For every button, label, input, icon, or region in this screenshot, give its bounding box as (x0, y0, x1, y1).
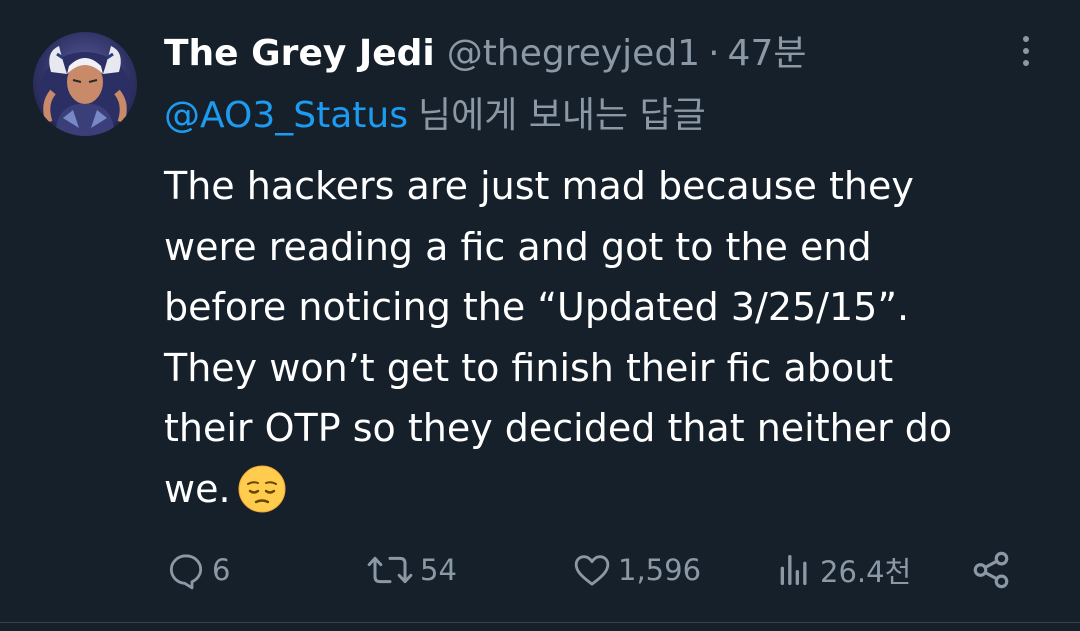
view-count: 26.4천 (820, 555, 912, 589)
tweet-text-line: The hackers are just mad because they (164, 164, 914, 208)
retweet-count: 54 (420, 553, 457, 587)
pensive-face-emoji (238, 465, 286, 512)
like-button[interactable]: 1,596 (572, 540, 701, 600)
retweet-icon (367, 556, 413, 584)
views-button[interactable]: 26.4천 (774, 540, 911, 600)
replying-to: @AO3_Status 님에게 보내는 답글 (164, 90, 706, 142)
separator-dot: · (708, 33, 720, 74)
tweet-text-line: They won’t get to finish their fic about (164, 345, 894, 390)
like-count: 1,596 (618, 553, 702, 587)
tweet-header: The Grey Jedi @thegreyjed1 · 47분 (164, 26, 806, 82)
views-icon (780, 555, 807, 585)
tweet[interactable]: The Grey Jedi @thegreyjed1 · 47분 @AO3_St… (0, 0, 1080, 631)
more-icon (1023, 36, 1029, 42)
reply-icon (169, 554, 203, 590)
reply-label: 님에게 보내는 답글 (417, 95, 706, 136)
divider (0, 622, 1080, 623)
heart-icon (574, 555, 610, 586)
tweet-text-line: we. (164, 466, 231, 511)
share-icon (973, 551, 1009, 589)
tweet-actions: 6 54 1,596 26.4천 (0, 540, 1080, 600)
author-handle[interactable]: @thegreyjed1 (447, 26, 700, 82)
more-options-button[interactable] (1010, 30, 1042, 72)
retweet-button[interactable]: 54 (366, 540, 457, 600)
tweet-text-last-line: we. (164, 459, 1044, 520)
reply-count: 6 (212, 553, 231, 587)
tweet-timestamp[interactable]: 47분 (728, 26, 807, 82)
avatar[interactable] (33, 32, 137, 136)
author-display-name[interactable]: The Grey Jedi (164, 26, 435, 82)
reply-button[interactable]: 6 (166, 540, 230, 600)
share-button[interactable] (970, 540, 1012, 600)
tweet-text-line: before noticing the “Updated 3/25/15”. (164, 285, 910, 329)
tweet-text-line: were reading a fic and got to the end (164, 224, 872, 269)
tweet-text: The hackers are just mad because they we… (164, 156, 1044, 519)
reply-mention-link[interactable]: @AO3_Status (164, 95, 408, 136)
tweet-text-line: their OTP so they decided that neither d… (164, 406, 953, 450)
